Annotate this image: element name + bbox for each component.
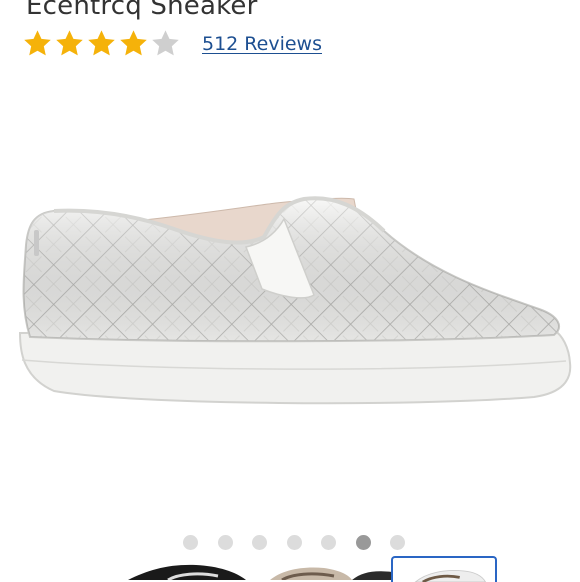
star-filled-icon [120, 30, 147, 56]
pagination-dot[interactable] [217, 535, 233, 550]
pagination-dot[interactable] [390, 535, 405, 550]
product-image[interactable] [14, 185, 574, 410]
image-pagination [183, 535, 425, 550]
reviews-link[interactable]: 512 Reviews [202, 33, 322, 55]
star-filled-icon [88, 30, 115, 56]
star-rating [22, 28, 182, 59]
star-empty-icon [152, 30, 179, 56]
pagination-dot[interactable] [321, 535, 336, 550]
thumbnail[interactable] [352, 556, 392, 580]
rating-row[interactable]: 512 Reviews [22, 28, 322, 59]
pagination-dot[interactable] [183, 535, 198, 550]
thumbnail-strip [0, 556, 580, 582]
thumbnail[interactable] [262, 556, 352, 580]
thumbnail[interactable] [118, 556, 248, 580]
pagination-dot-active[interactable] [355, 535, 371, 550]
pagination-dot[interactable] [252, 535, 267, 550]
thumbnail-selected[interactable] [391, 556, 497, 582]
pagination-dot[interactable] [286, 535, 302, 550]
star-filled-icon [24, 30, 51, 56]
star-filled-icon [56, 30, 83, 56]
product-title: Ecentrcq Sneaker [26, 0, 258, 21]
